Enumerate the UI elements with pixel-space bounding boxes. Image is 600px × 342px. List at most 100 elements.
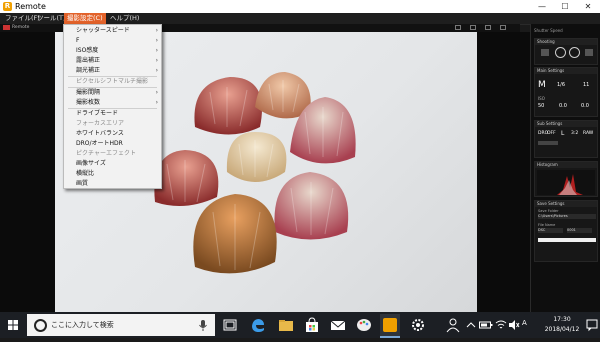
close-button[interactable]: ✕ [578, 0, 598, 13]
submenu-arrow-icon: › [155, 67, 158, 74]
main-settings-title: Main Settings [535, 68, 597, 74]
wb-indicator[interactable] [538, 141, 558, 145]
exposure-mode[interactable]: M [538, 80, 546, 90]
submenu-arrow-icon: › [155, 47, 158, 54]
shell [226, 132, 287, 182]
shutter-speed-value[interactable]: 1/6 [557, 82, 565, 88]
fit-icon[interactable] [485, 25, 491, 30]
menu-item-f[interactable]: F › [64, 36, 161, 46]
submenu-arrow-icon: › [155, 27, 158, 34]
menu-item-white-balance[interactable]: ホワイトバランス [64, 129, 161, 139]
remote-app-icon [383, 318, 397, 332]
record-icon [3, 25, 10, 30]
title-bar: R Remote — ☐ ✕ [0, 0, 600, 13]
battery-icon [479, 321, 493, 329]
clock-time: 17:30 [553, 316, 571, 323]
mail-icon[interactable] [330, 317, 346, 333]
menu-item-aspect-ratio[interactable]: 横縦比 [64, 169, 161, 179]
menu-item-dro-hdr[interactable]: DRO/オートHDR [64, 139, 161, 149]
panel-header: Shutter Speed [534, 26, 598, 36]
menu-item-flash-comp[interactable]: 調光補正 › [64, 66, 161, 76]
clock[interactable]: 17:30 2018/04/12 [537, 315, 587, 335]
menu-item-shutter-speed[interactable]: シャッタースピード › [64, 26, 161, 36]
progress-bar [538, 238, 596, 242]
quality-value[interactable]: RAW [583, 131, 593, 136]
input-language[interactable]: A [522, 319, 527, 327]
menu-help[interactable]: ヘルプ(H) [107, 13, 142, 24]
shell [194, 77, 262, 135]
menu-item-drive-mode[interactable]: ドライブモード [64, 109, 161, 119]
dro-value[interactable]: OFF [547, 131, 556, 136]
store-icon[interactable] [304, 317, 320, 333]
search-box[interactable]: ここに入力して検索 [27, 314, 215, 336]
sub-settings-title: Sub Settings [535, 121, 597, 127]
settings-button[interactable] [585, 49, 593, 56]
submenu-arrow-icon: › [155, 89, 158, 96]
file-explorer-icon[interactable] [278, 317, 294, 333]
save-folder-field[interactable]: C:\Users\Pictures [538, 214, 596, 219]
control-panel: Shutter Speed Shooting Main Settings M 1… [530, 24, 600, 312]
shooting-settings-menu: シャッタースピード › F › ISO感度 › 露出補正 › 調光補正 › ピクセルシフト… [63, 24, 162, 189]
maximize-button[interactable]: ☐ [555, 0, 575, 13]
search-placeholder: ここに入力して検索 [51, 321, 114, 329]
save-settings-section: Save Settings Save Folder C:\Users\Pictu… [534, 200, 598, 262]
file-number-field[interactable]: 0001 [567, 228, 592, 233]
windows-icon [8, 320, 18, 330]
menu-item-focus-area: フォーカスエリア [76, 120, 125, 127]
file-name-label: File Name [538, 223, 556, 227]
window-title: Remote [15, 2, 46, 11]
shutter-speed-label: Shutter Speed [534, 28, 563, 33]
sub-settings-section: Sub Settings DRO OFF L 3:2 RAW [534, 120, 598, 158]
menu-item-exposure-comp[interactable]: 露出補正 › [64, 56, 161, 66]
grid-icon[interactable] [455, 25, 461, 30]
histogram-title: Histogram [535, 162, 597, 168]
histogram-section: Histogram [534, 161, 598, 197]
shooting-title: Shooting [535, 39, 597, 45]
taskbar: ここに入力して検索 A 17:30 2018/04/12 [0, 312, 600, 338]
iso-label: ISO [538, 96, 545, 101]
menu-item-image-size[interactable]: 画像サイズ [64, 159, 161, 169]
app-logo-icon: R [3, 2, 12, 11]
aspect-ratio-value[interactable]: 3:2 [571, 131, 578, 136]
microphone-icon[interactable] [199, 320, 207, 331]
histogram-chart [537, 170, 595, 195]
menu-item-shot-count[interactable]: 撮影枚数 › [64, 98, 161, 108]
people-icon[interactable] [446, 317, 462, 333]
shutter-button[interactable] [555, 47, 566, 58]
shell [154, 150, 219, 206]
zoom-icon[interactable] [500, 25, 506, 30]
minimize-button[interactable]: — [532, 0, 552, 13]
main-settings-section: Main Settings M 1/6 11 ISO 50 0.0 0.0 [534, 67, 598, 117]
aperture-value[interactable]: 11 [583, 82, 589, 88]
flash-comp-value[interactable]: 0.0 [581, 103, 589, 109]
menu-item-iso[interactable]: ISO感度 › [64, 46, 161, 56]
menu-item-quality[interactable]: 画質 [64, 179, 161, 189]
menu-item-pixel-shift: ピクセルシフトマルチ撮影 [76, 78, 149, 85]
edge-icon[interactable] [250, 317, 266, 333]
settings-gear-icon[interactable] [410, 317, 426, 333]
save-settings-title: Save Settings [535, 201, 597, 207]
start-button[interactable] [0, 312, 26, 338]
menu-shooting-settings[interactable]: 撮影設定(C) [64, 13, 106, 24]
menu-item-picture-effect: ピクチャーエフェクト [76, 150, 136, 157]
paint-icon[interactable] [356, 317, 372, 333]
record-button[interactable] [569, 47, 580, 58]
save-folder-label: Save Folder [538, 209, 559, 213]
viewer-label: Remote [12, 25, 30, 30]
submenu-arrow-icon: › [155, 99, 158, 106]
remote-app-taskbar-button[interactable] [380, 314, 400, 338]
shooting-section: Shooting [534, 38, 598, 65]
af-button[interactable] [541, 49, 549, 56]
task-view-icon[interactable] [222, 317, 238, 333]
notifications-icon[interactable] [586, 319, 600, 335]
submenu-arrow-icon: › [155, 37, 158, 44]
clock-date: 2018/04/12 [544, 326, 580, 333]
menu-item-interval[interactable]: 撮影間隔 › [64, 88, 161, 98]
iso-value[interactable]: 50 [538, 103, 544, 109]
submenu-arrow-icon: › [155, 57, 158, 64]
exposure-comp-value[interactable]: 0.0 [559, 103, 567, 109]
cortana-icon [34, 319, 47, 332]
file-name-field[interactable]: DSC [538, 228, 563, 233]
frame-icon[interactable] [470, 25, 476, 30]
image-size-value[interactable]: L [561, 130, 564, 137]
